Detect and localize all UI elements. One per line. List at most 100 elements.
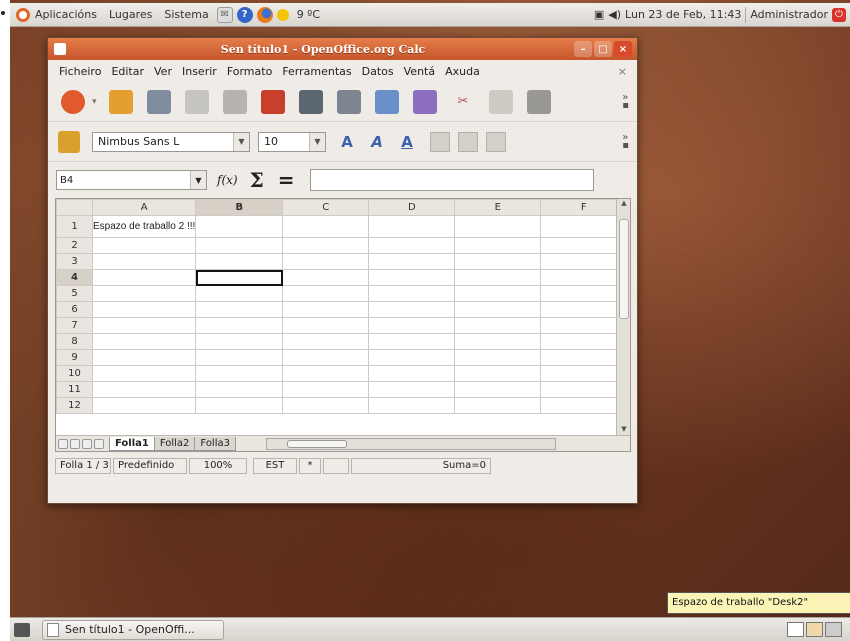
cell[interactable]	[91, 365, 197, 382]
cell[interactable]	[454, 215, 542, 238]
name-box[interactable]: B4 ▼	[56, 170, 207, 190]
cell[interactable]	[195, 253, 284, 270]
horizontal-scrollbar[interactable]	[265, 437, 556, 450]
menu-edit[interactable]: Editar	[106, 65, 149, 78]
minimize-button[interactable]: –	[574, 41, 592, 57]
cell[interactable]	[454, 301, 542, 318]
cell[interactable]	[454, 381, 542, 398]
workspace-1[interactable]	[787, 622, 804, 637]
cell[interactable]	[282, 269, 370, 286]
cell[interactable]	[454, 269, 542, 286]
help-icon[interactable]: ?	[236, 6, 253, 23]
cell[interactable]	[368, 333, 456, 350]
cell[interactable]	[540, 237, 628, 254]
menu-tools[interactable]: Ferramentas	[277, 65, 356, 78]
cell[interactable]	[282, 317, 370, 334]
new-document-icon[interactable]	[61, 89, 85, 114]
cell[interactable]	[91, 381, 197, 398]
styles-icon[interactable]	[58, 130, 80, 153]
cell[interactable]	[282, 397, 370, 414]
cell[interactable]	[368, 365, 456, 382]
row-header[interactable]: 8	[56, 333, 93, 350]
user-name[interactable]: Administrador	[750, 8, 828, 21]
cell[interactable]	[282, 381, 370, 398]
copy-icon[interactable]	[489, 89, 513, 114]
window-menu-icon[interactable]	[54, 43, 66, 55]
system-menu[interactable]: Sistema	[158, 3, 214, 26]
cell[interactable]	[91, 397, 197, 414]
cell[interactable]	[454, 237, 542, 254]
weather-temperature[interactable]: 9 ºC	[291, 3, 326, 26]
row-header[interactable]: 9	[56, 349, 93, 366]
cell[interactable]	[454, 285, 542, 302]
weather-sun-icon[interactable]	[276, 8, 289, 21]
network-icon[interactable]: ▣	[594, 8, 604, 21]
function-wizard-icon[interactable]: f(x)	[217, 173, 238, 187]
chevron-down-icon[interactable]: ▼	[190, 171, 206, 189]
cell[interactable]	[195, 349, 284, 366]
cell[interactable]	[91, 333, 197, 350]
cell[interactable]	[195, 397, 284, 414]
menu-file[interactable]: Ficheiro	[54, 65, 106, 78]
close-document-icon[interactable]: ×	[618, 65, 627, 78]
cell[interactable]	[282, 215, 370, 238]
hscroll-thumb[interactable]	[286, 439, 347, 448]
sheet-tab-1[interactable]: Folla1	[109, 436, 155, 451]
row-header[interactable]: 3	[56, 253, 93, 270]
cell[interactable]	[368, 301, 456, 318]
cell[interactable]	[195, 317, 284, 334]
first-sheet-icon[interactable]	[58, 438, 68, 449]
cell[interactable]	[195, 285, 284, 302]
menu-view[interactable]: Ver	[149, 65, 177, 78]
places-menu[interactable]: Lugares	[103, 3, 158, 26]
sum-icon[interactable]: Σ	[250, 168, 264, 192]
scroll-thumb[interactable]	[619, 219, 629, 319]
row-header[interactable]: 4	[56, 269, 93, 286]
scroll-up-icon[interactable]: ▲	[617, 199, 631, 211]
cell[interactable]	[368, 349, 456, 366]
cell[interactable]	[195, 365, 284, 382]
spellcheck-icon[interactable]	[375, 89, 399, 114]
status-zoom[interactable]: 100%	[189, 458, 247, 474]
status-insert-mode[interactable]: EST	[253, 458, 297, 474]
maximize-button[interactable]: □	[594, 41, 612, 57]
column-header-e[interactable]: E	[454, 199, 542, 216]
window-titlebar[interactable]: Sen título1 - OpenOffice.org Calc – □ ×	[48, 38, 637, 60]
taskbar-calc-button[interactable]: Sen título1 - OpenOffi...	[42, 619, 224, 640]
trash-icon[interactable]	[825, 622, 842, 637]
row-header[interactable]: 11	[56, 381, 93, 398]
cell[interactable]	[540, 365, 628, 382]
formula-input[interactable]	[310, 169, 595, 191]
cell[interactable]	[454, 349, 542, 366]
menu-help[interactable]: Axuda	[440, 65, 485, 78]
close-button[interactable]: ×	[614, 41, 632, 57]
workspace-2[interactable]	[806, 622, 823, 637]
next-sheet-icon[interactable]	[82, 438, 92, 449]
cell[interactable]	[195, 301, 284, 318]
show-desktop-icon[interactable]	[14, 622, 30, 637]
align-right-icon[interactable]	[486, 131, 506, 152]
menu-insert[interactable]: Inserir	[177, 65, 222, 78]
cell[interactable]	[540, 333, 628, 350]
cell[interactable]	[540, 349, 628, 366]
menu-data[interactable]: Datos	[357, 65, 399, 78]
cell[interactable]	[368, 215, 456, 238]
cell[interactable]	[195, 215, 284, 238]
align-center-icon[interactable]	[458, 131, 478, 152]
cell[interactable]	[368, 397, 456, 414]
cell[interactable]	[454, 253, 542, 270]
toolbar-overflow-icon[interactable]: » ▪	[622, 92, 629, 110]
align-left-icon[interactable]	[430, 131, 450, 152]
cell[interactable]	[195, 237, 284, 254]
chevron-down-icon[interactable]: ▼	[309, 132, 325, 151]
row-header[interactable]: 1	[56, 215, 93, 238]
edit-file-icon[interactable]	[223, 89, 247, 114]
last-sheet-icon[interactable]	[94, 438, 104, 449]
cell[interactable]	[368, 381, 456, 398]
row-header[interactable]: 10	[56, 365, 93, 382]
volume-icon[interactable]: ◀)	[608, 8, 621, 21]
print-preview-icon[interactable]	[337, 89, 361, 114]
sheet-tab-3[interactable]: Folla3	[194, 436, 236, 451]
menu-window[interactable]: Ventá	[399, 65, 440, 78]
cell[interactable]	[282, 237, 370, 254]
